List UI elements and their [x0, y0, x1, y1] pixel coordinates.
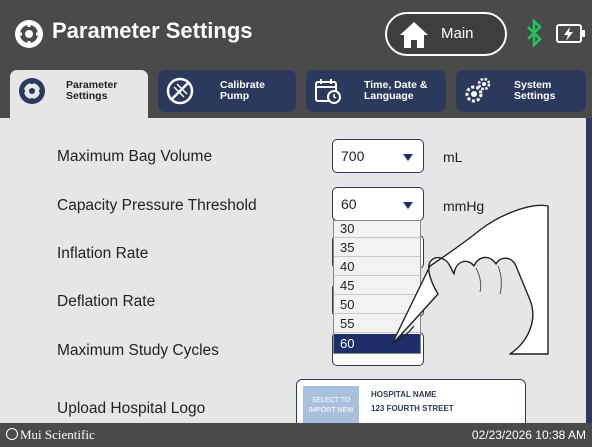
select-value: 60	[341, 196, 357, 212]
tab-system-settings[interactable]: System Settings	[456, 70, 586, 112]
max-bag-volume-select[interactable]: 700	[332, 139, 424, 173]
tab-bar: Parameter Settings Calibrate Pump Time, Da…	[0, 66, 592, 118]
settings-gear-icon	[15, 20, 43, 48]
upload-logo-label: Upload Hospital Logo	[57, 400, 206, 417]
calibrate-pump-icon	[166, 77, 194, 105]
settings-gear-icon	[19, 78, 45, 104]
main-button[interactable]: Main	[385, 12, 507, 56]
tab-calibrate-pump[interactable]: Calibrate Pump	[158, 70, 296, 112]
tab-label: System Settings	[514, 79, 556, 102]
capacity-pressure-dropdown: 30 35 40 45 50 55 60	[333, 220, 421, 354]
scrollbar[interactable]	[586, 118, 592, 423]
power-icon	[6, 428, 18, 440]
brand-label: Mui Scientific	[6, 427, 95, 443]
header-bar: Parameter Settings Main	[0, 0, 592, 66]
chevron-down-icon	[403, 154, 413, 161]
max-study-cycles-label: Maximum Study Cycles	[57, 342, 219, 359]
import-logo-button[interactable]: SELECT TO IMPORT NEW	[303, 386, 359, 426]
hospital-name: HOSPITAL NAME	[371, 390, 437, 399]
dropdown-option[interactable]: 45	[334, 276, 420, 295]
bluetooth-icon	[527, 19, 542, 47]
capacity-pressure-unit: mmHg	[443, 198, 485, 214]
deflation-rate-label: Deflation Rate	[57, 293, 156, 310]
battery-charging-icon	[556, 24, 585, 43]
calendar-clock-icon	[315, 79, 341, 104]
capacity-pressure-label: Capacity Pressure Threshold	[57, 197, 257, 214]
max-bag-volume-unit: mL	[443, 149, 463, 165]
chevron-down-icon	[403, 202, 413, 209]
status-footer: Mui Scientific 02/23/2026 10:38 AM	[0, 423, 592, 447]
main-button-label: Main	[441, 25, 474, 42]
system-gears-icon	[465, 77, 491, 103]
tab-label: Time, Date & Language	[364, 79, 428, 102]
tab-parameter-settings[interactable]: Parameter Settings	[10, 70, 148, 118]
home-icon	[400, 22, 428, 48]
dropdown-option-selected[interactable]: 60	[334, 334, 420, 353]
inflation-rate-label: Inflation Rate	[57, 245, 149, 262]
select-value: 700	[341, 148, 365, 164]
tab-time-date-language[interactable]: Time, Date & Language	[306, 70, 446, 112]
hospital-address: 123 FOURTH STREET	[371, 404, 454, 413]
dropdown-option[interactable]: 50	[334, 295, 420, 314]
max-bag-volume-label: Maximum Bag Volume	[57, 148, 213, 165]
tab-label: Calibrate Pump	[220, 79, 265, 102]
dropdown-option[interactable]: 55	[334, 314, 420, 333]
tab-label: Parameter Settings	[66, 79, 118, 102]
dropdown-option[interactable]: 40	[334, 257, 420, 276]
page-title: Parameter Settings	[52, 18, 253, 43]
capacity-pressure-select[interactable]: 60	[332, 187, 424, 221]
dropdown-option[interactable]: 35	[334, 238, 420, 257]
datetime-label: 02/23/2026 10:38 AM	[471, 428, 586, 442]
dropdown-option[interactable]: 30	[334, 219, 420, 238]
